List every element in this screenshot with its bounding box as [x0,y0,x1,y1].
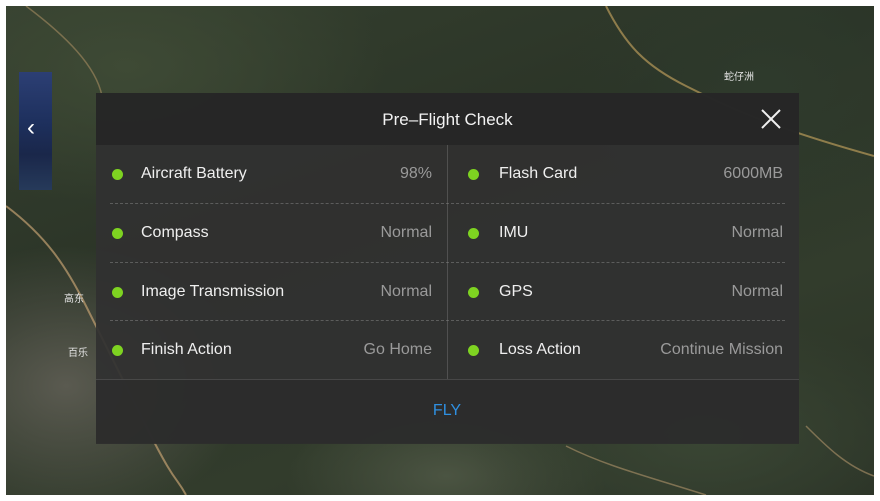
check-value[interactable]: Go Home [364,341,432,359]
check-label: Finish Action [141,341,232,358]
status-dot [468,345,479,356]
check-value: 98% [399,165,432,182]
check-label: Loss Action [499,341,581,358]
check-value[interactable]: Continue Mission [660,341,783,359]
check-item-finish-action[interactable]: Finish Action Go Home [96,321,432,379]
check-label: Image Transmission [141,283,285,300]
status-dot [112,169,123,180]
check-value: Normal [731,283,783,300]
map-place-label: 高东 [64,294,84,305]
pre-flight-check-dialog: Pre–Flight Check Aircraft Battery 98% Co… [96,93,799,444]
dialog-title: Pre–Flight Check [382,110,513,129]
check-item-compass: Compass Normal [96,204,432,262]
dialog-header: Pre–Flight Check [96,93,799,145]
check-item-flash-card: Flash Card 6000MB [447,145,783,203]
status-dot [112,345,123,356]
map-place-label: 百乐 [68,348,88,359]
dialog-footer: FLY [96,379,799,444]
check-value: 6000MB [723,165,783,182]
check-value: Normal [731,224,783,241]
check-label: GPS [499,283,533,300]
status-dot [112,287,123,298]
check-label: Aircraft Battery [141,165,247,182]
check-item-imu: IMU Normal [447,204,783,262]
check-item-gps: GPS Normal [447,263,783,321]
status-dot [468,169,479,180]
check-label: Compass [141,224,209,241]
check-value: Normal [380,224,432,241]
check-value: Normal [380,283,432,300]
check-item-aircraft-battery: Aircraft Battery 98% [96,145,432,203]
status-dot [112,228,123,239]
status-dot [468,228,479,239]
check-item-image-transmission: Image Transmission Normal [96,263,432,321]
fly-button[interactable]: FLY [397,398,497,424]
check-label: Flash Card [499,165,578,182]
close-icon[interactable] [759,107,783,131]
map-place-label: 蛇仔洲 [724,72,754,83]
check-label: IMU [499,224,529,241]
check-item-loss-action[interactable]: Loss Action Continue Mission [447,321,783,379]
chevron-left-icon[interactable]: ‹ [27,116,35,140]
status-dot [468,287,479,298]
sidebar-thumbnail[interactable]: ‹ [19,72,52,190]
check-grid: Aircraft Battery 98% Compass Normal Imag… [96,145,799,379]
